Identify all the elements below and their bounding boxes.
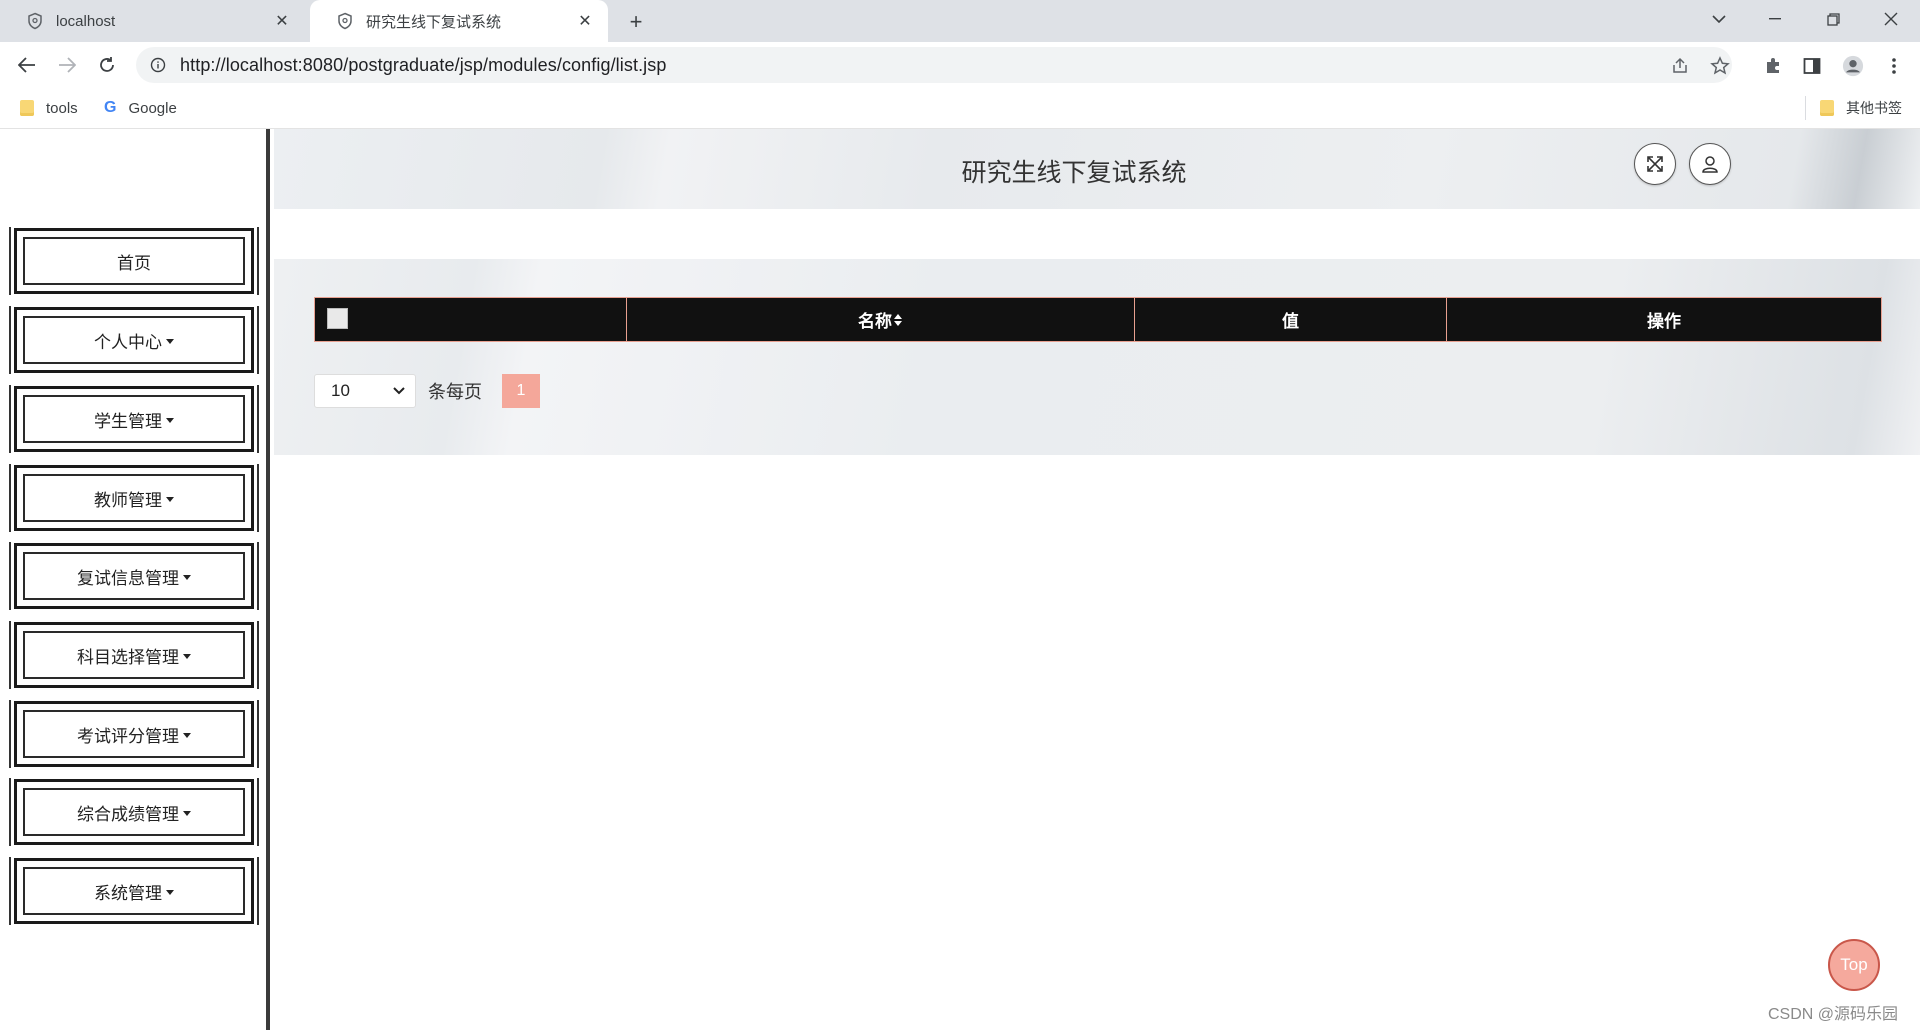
close-icon[interactable]: ✕ — [572, 8, 598, 34]
page-header: 研究生线下复试系统 — [274, 129, 1920, 209]
caret-down-icon — [183, 574, 191, 580]
browser-toolbar: http://localhost:8080/postgraduate/jsp/m… — [0, 42, 1920, 88]
sidebar-item-personal-center[interactable]: 个人中心 — [9, 306, 259, 374]
sidebar-item-label: 学生管理 — [94, 411, 162, 431]
caret-down-icon — [183, 732, 191, 738]
browser-tab-strip: localhost ✕ 研究生线下复试系统 ✕ + — [0, 0, 1920, 42]
reload-icon[interactable] — [92, 50, 122, 80]
new-tab-plus-icon[interactable]: + — [622, 8, 650, 36]
bookmark-tools[interactable]: tools — [20, 96, 78, 120]
sidebar-item-label: 首页 — [117, 253, 151, 273]
extensions-puzzle-icon[interactable] — [1762, 55, 1784, 77]
fullscreen-button[interactable] — [1634, 143, 1676, 185]
column-header-name[interactable]: 名称 — [627, 298, 1135, 341]
sidebar-item-label: 综合成绩管理 — [77, 804, 179, 824]
caret-down-icon — [166, 889, 174, 895]
close-icon[interactable]: ✕ — [269, 8, 295, 34]
page-size-select[interactable]: 10 — [314, 374, 416, 408]
bookmark-label: 其他书签 — [1846, 100, 1902, 116]
sidebar-item-student-management[interactable]: 学生管理 — [9, 385, 259, 453]
expand-icon — [1647, 156, 1663, 172]
bookmarks-divider — [1805, 96, 1806, 120]
bookmark-label: Google — [128, 99, 177, 117]
share-icon[interactable] — [1670, 56, 1690, 76]
sidebar-item-label: 考试评分管理 — [77, 726, 179, 746]
restore-icon[interactable] — [1810, 0, 1856, 38]
column-header-actions: 操作 — [1447, 298, 1881, 341]
tab-title: localhost — [56, 12, 116, 30]
column-label: 值 — [1282, 312, 1299, 331]
column-label: 操作 — [1647, 312, 1681, 331]
caret-down-icon — [166, 338, 174, 344]
sidebar-item-label: 个人中心 — [94, 332, 162, 352]
config-table-header: 名称 值 操作 — [314, 297, 1882, 342]
window-close-icon[interactable] — [1868, 0, 1914, 38]
sidebar-item-home[interactable]: 首页 — [9, 227, 259, 295]
folder-icon — [1820, 100, 1834, 116]
profile-avatar-icon[interactable] — [1842, 55, 1864, 77]
content-panel: 名称 值 操作 10 条每页 1 — [274, 259, 1920, 455]
select-all-column — [315, 298, 627, 341]
sidebar-item-label: 教师管理 — [94, 490, 162, 510]
bookmark-star-icon[interactable] — [1710, 56, 1730, 76]
tab-search-chevron-icon[interactable] — [1696, 0, 1742, 38]
column-header-value: 值 — [1135, 298, 1447, 341]
back-arrow-icon[interactable] — [12, 50, 42, 80]
sidebar-item-system-management[interactable]: 系统管理 — [9, 857, 259, 925]
shield-icon — [338, 12, 352, 30]
sidebar-item-retest-info[interactable]: 复试信息管理 — [9, 542, 259, 610]
tab-title: 研究生线下复试系统 — [366, 13, 502, 31]
sidebar-item-exam-scoring[interactable]: 考试评分管理 — [9, 700, 259, 768]
caret-down-icon — [183, 810, 191, 816]
pagination: 10 条每页 1 — [314, 374, 540, 408]
sidebar-item-subject-selection[interactable]: 科目选择管理 — [9, 621, 259, 689]
forward-arrow-icon[interactable] — [52, 50, 82, 80]
bookmark-label: tools — [46, 99, 78, 117]
caret-down-icon — [183, 653, 191, 659]
minimize-icon[interactable] — [1752, 0, 1798, 38]
sidebar-item-overall-score[interactable]: 综合成绩管理 — [9, 778, 259, 846]
browser-tab-active[interactable]: 研究生线下复试系统 ✕ — [310, 0, 608, 42]
sidebar-item-label: 复试信息管理 — [77, 568, 179, 588]
sidebar-item-teacher-management[interactable]: 教师管理 — [9, 464, 259, 532]
shield-icon — [28, 12, 42, 30]
chevron-down-icon — [393, 387, 405, 395]
user-icon — [1702, 156, 1718, 173]
caret-down-icon — [166, 417, 174, 423]
page-body: 首页 个人中心 学生管理 教师管理 复试信息管理 科目选择管理 考试评分管理 综… — [0, 129, 1920, 1030]
info-icon[interactable] — [150, 57, 166, 73]
google-icon: G — [104, 99, 117, 116]
sort-icon — [894, 313, 902, 326]
page-button-current[interactable]: 1 — [502, 374, 540, 408]
folder-icon — [20, 100, 34, 116]
side-panel-icon[interactable] — [1801, 55, 1823, 77]
column-label: 名称 — [858, 312, 892, 331]
bookmark-other[interactable]: 其他书签 — [1820, 96, 1902, 120]
per-page-label: 条每页 — [428, 382, 482, 402]
sidebar-item-label: 科目选择管理 — [77, 647, 179, 667]
bookmark-google[interactable]: G Google — [104, 96, 177, 120]
sidebar-item-label: 系统管理 — [94, 883, 162, 903]
watermark: CSDN @源码乐园 — [1768, 1006, 1899, 1023]
sidebar: 首页 个人中心 学生管理 教师管理 复试信息管理 科目选择管理 考试评分管理 综… — [0, 129, 270, 1030]
caret-down-icon — [166, 496, 174, 502]
page-size-value: 10 — [331, 381, 350, 400]
more-vertical-icon[interactable] — [1883, 55, 1905, 77]
bookmarks-bar: tools G Google 其他书签 — [0, 88, 1920, 129]
url-text[interactable]: http://localhost:8080/postgraduate/jsp/m… — [180, 55, 667, 76]
back-to-top-button[interactable]: Top — [1828, 939, 1880, 991]
user-profile-button[interactable] — [1689, 143, 1731, 185]
browser-tab-localhost[interactable]: localhost ✕ — [0, 0, 305, 42]
address-bar[interactable]: http://localhost:8080/postgraduate/jsp/m… — [136, 47, 1732, 83]
select-all-checkbox[interactable] — [327, 308, 348, 329]
